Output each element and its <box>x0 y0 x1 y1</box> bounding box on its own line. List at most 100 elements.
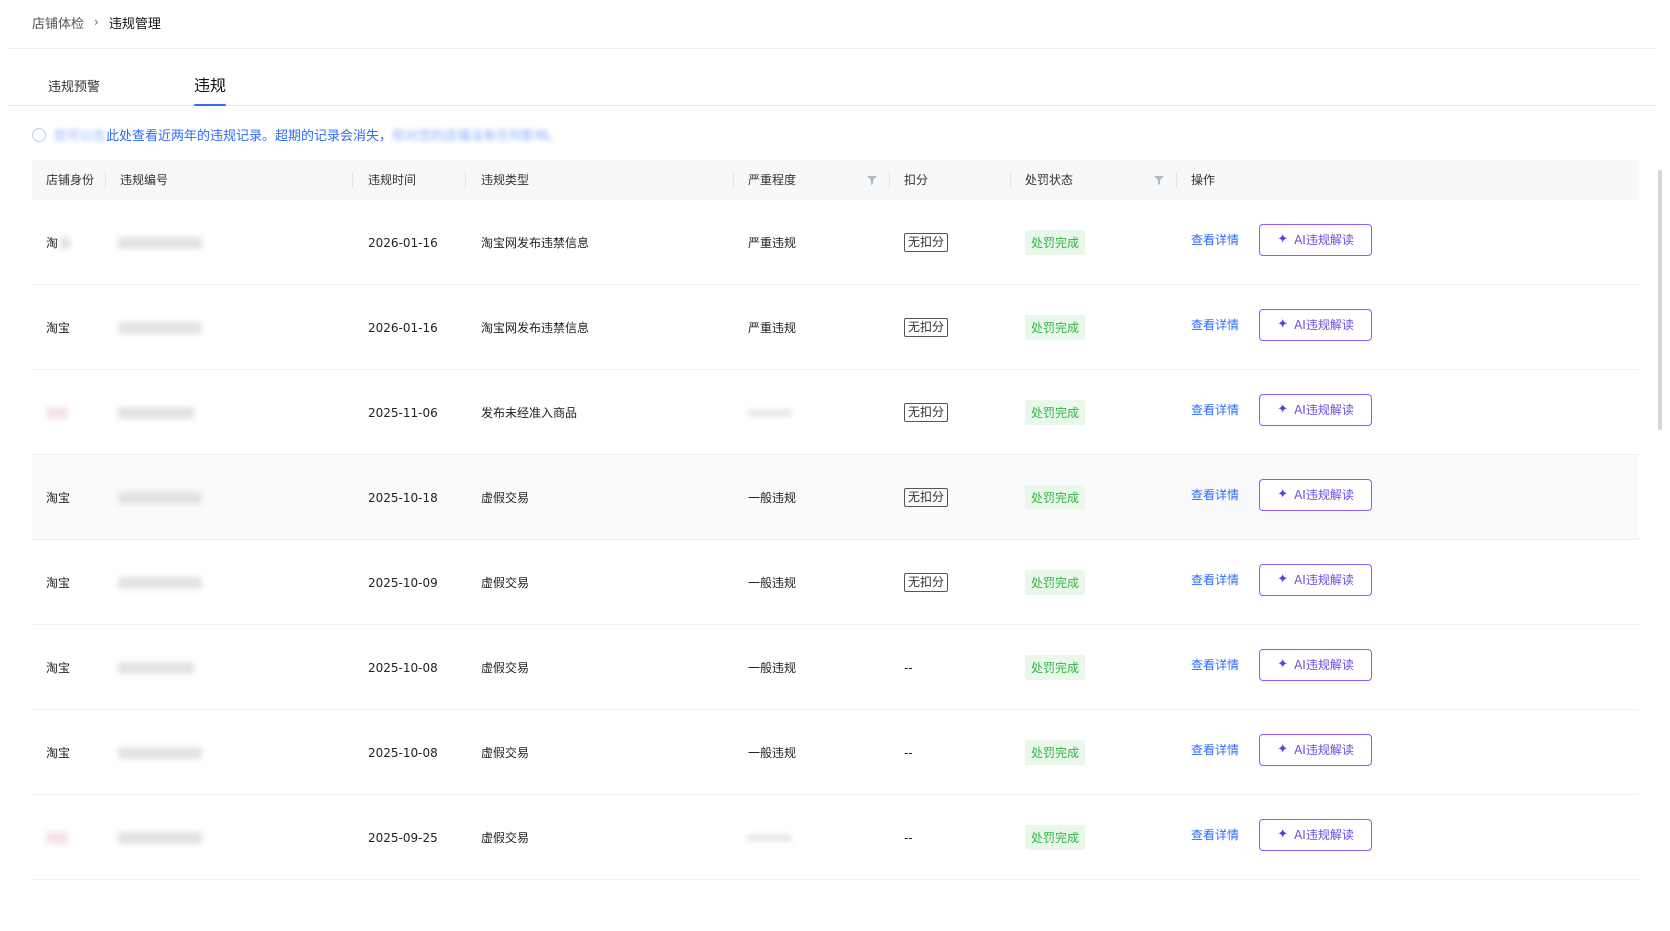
cell-deduction: 无扣分 <box>904 540 949 625</box>
tab-violation[interactable]: 违规 <box>194 72 227 106</box>
cell-type: 虚假交易 <box>481 625 529 710</box>
severity-text: 严重违规 <box>748 321 797 335</box>
tab-bar: 违规预警 违规 <box>8 66 1656 106</box>
cell-time: 2025-09-25 <box>368 795 438 880</box>
cell-time: 2026-01-16 <box>368 285 438 370</box>
cell-violation-id <box>118 370 194 455</box>
cell-time: 2025-10-08 <box>368 710 438 795</box>
redacted-severity <box>748 834 792 841</box>
table-row: 2025-11-06 发布未经准入商品 无扣分 处罚完成 查看详情 ✦ AI违规… <box>32 370 1639 455</box>
violation-table: 店铺身份 违规编号 违规时间 违规类型 严重程度 扣分 处罚状态 操作 淘 20… <box>32 160 1639 880</box>
redacted-block <box>60 236 71 249</box>
header-divider <box>1176 172 1177 188</box>
status-badge: 处罚完成 <box>1025 740 1086 765</box>
breadcrumb: 店铺体检 › 违规管理 <box>32 12 161 32</box>
notice-obscured-suffix: 但对您的店铺没有任何影响。 <box>392 129 562 144</box>
status-badge: 处罚完成 <box>1025 230 1086 255</box>
violation-type: 虚假交易 <box>481 831 530 845</box>
view-detail-link[interactable]: 查看详情 <box>1191 486 1239 503</box>
status-badge: 处罚完成 <box>1025 485 1086 510</box>
view-detail-link[interactable]: 查看详情 <box>1191 401 1239 418</box>
sparkle-icon: ✦ <box>1277 317 1289 332</box>
header-divider <box>465 172 466 188</box>
cell-type: 虚假交易 <box>481 710 529 795</box>
cell-time: 2025-10-08 <box>368 625 438 710</box>
view-detail-link[interactable]: 查看详情 <box>1191 231 1239 248</box>
active-tab-indicator <box>194 104 227 106</box>
ai-interpret-label: AI违规解读 <box>1294 488 1354 502</box>
cell-actions: 查看详情 ✦ AI违规解读 <box>1191 707 1373 792</box>
breadcrumb-current: 违规管理 <box>108 16 161 32</box>
cell-status: 处罚完成 <box>1025 540 1086 625</box>
tab-violation-warning[interactable]: 违规预警 <box>48 76 100 95</box>
status-badge: 处罚完成 <box>1025 315 1086 340</box>
sparkle-icon: ✦ <box>1277 402 1289 417</box>
chevron-right-icon: › <box>94 15 99 29</box>
cell-violation-id <box>118 200 202 285</box>
header-deduction: 扣分 <box>904 173 929 187</box>
header-time: 违规时间 <box>368 173 417 187</box>
cell-actions: 查看详情 ✦ AI违规解读 <box>1191 452 1373 537</box>
violation-type: 虚假交易 <box>481 661 530 675</box>
cell-time: 2026-01-16 <box>368 200 438 285</box>
header-divider <box>8 48 1656 49</box>
violation-type: 虚假交易 <box>481 491 530 505</box>
ai-interpret-button[interactable]: ✦ AI违规解读 <box>1259 223 1373 256</box>
cell-actions: 查看详情 ✦ AI违规解读 <box>1191 792 1373 877</box>
view-detail-link[interactable]: 查看详情 <box>1191 826 1239 843</box>
cell-type: 虚假交易 <box>481 540 529 625</box>
header-identity: 店铺身份 <box>46 173 95 187</box>
header-divider <box>733 172 734 188</box>
ai-interpret-button[interactable]: ✦ AI违规解读 <box>1259 648 1373 681</box>
table-row: 淘宝 2025-10-09 虚假交易 一般违规 无扣分 处罚完成 查看详情 ✦ … <box>32 540 1639 625</box>
status-badge: 处罚完成 <box>1025 655 1086 680</box>
cell-severity: 一般违规 <box>748 540 796 625</box>
view-detail-link[interactable]: 查看详情 <box>1191 656 1239 673</box>
breadcrumb-parent[interactable]: 店铺体检 <box>32 13 84 32</box>
ai-interpret-button[interactable]: ✦ AI违规解读 <box>1259 308 1373 341</box>
deduction-badge: -- <box>904 830 913 845</box>
redacted-violation-id <box>118 576 202 589</box>
cell-status: 处罚完成 <box>1025 285 1086 370</box>
cell-violation-id <box>118 540 202 625</box>
violation-type: 淘宝网发布违禁信息 <box>481 236 590 250</box>
view-detail-link[interactable]: 查看详情 <box>1191 741 1239 758</box>
ai-interpret-label: AI违规解读 <box>1294 573 1354 587</box>
cell-actions: 查看详情 ✦ AI违规解读 <box>1191 282 1373 367</box>
cell-identity: 淘宝 <box>46 710 70 795</box>
redacted-violation-id <box>118 406 194 419</box>
header-status: 处罚状态 <box>1025 173 1074 187</box>
table-row: 淘宝 2025-10-08 虚假交易 一般违规 -- 处罚完成 查看详情 ✦ A… <box>32 625 1639 710</box>
vertical-scrollbar[interactable] <box>1658 170 1662 430</box>
filter-icon[interactable] <box>1154 175 1164 185</box>
ai-interpret-button[interactable]: ✦ AI违规解读 <box>1259 818 1373 851</box>
cell-identity: 淘宝 <box>46 540 70 625</box>
table-row: 淘宝 2026-01-16 淘宝网发布违禁信息 严重违规 无扣分 处罚完成 查看… <box>32 285 1639 370</box>
violation-time: 2026-01-16 <box>368 235 438 250</box>
severity-text: 一般违规 <box>748 576 797 590</box>
header-divider <box>105 172 106 188</box>
redacted-violation-id <box>118 746 202 759</box>
view-detail-link[interactable]: 查看详情 <box>1191 316 1239 333</box>
cell-identity: 淘宝 <box>46 625 70 710</box>
cell-violation-id <box>118 795 202 880</box>
ai-interpret-button[interactable]: ✦ AI违规解读 <box>1259 563 1373 596</box>
sparkle-icon: ✦ <box>1277 657 1289 672</box>
severity-text: 一般违规 <box>748 746 797 760</box>
header-violation-id: 违规编号 <box>120 173 169 187</box>
view-detail-link[interactable]: 查看详情 <box>1191 571 1239 588</box>
violation-time: 2025-11-06 <box>368 405 438 420</box>
ai-interpret-button[interactable]: ✦ AI违规解读 <box>1259 733 1373 766</box>
identity-text: 淘 <box>46 236 59 250</box>
cell-type: 虚假交易 <box>481 455 529 540</box>
filter-icon[interactable] <box>867 175 877 185</box>
identity-text: 淘宝 <box>46 321 71 335</box>
sparkle-icon: ✦ <box>1277 572 1289 587</box>
header-divider <box>1010 172 1011 188</box>
severity-text: 一般违规 <box>748 491 797 505</box>
tab-violation-label: 违规 <box>194 76 227 95</box>
ai-interpret-button[interactable]: ✦ AI违规解读 <box>1259 478 1373 511</box>
ai-interpret-button[interactable]: ✦ AI违规解读 <box>1259 393 1373 426</box>
violation-time: 2025-10-08 <box>368 660 438 675</box>
redacted-violation-id <box>118 321 202 334</box>
